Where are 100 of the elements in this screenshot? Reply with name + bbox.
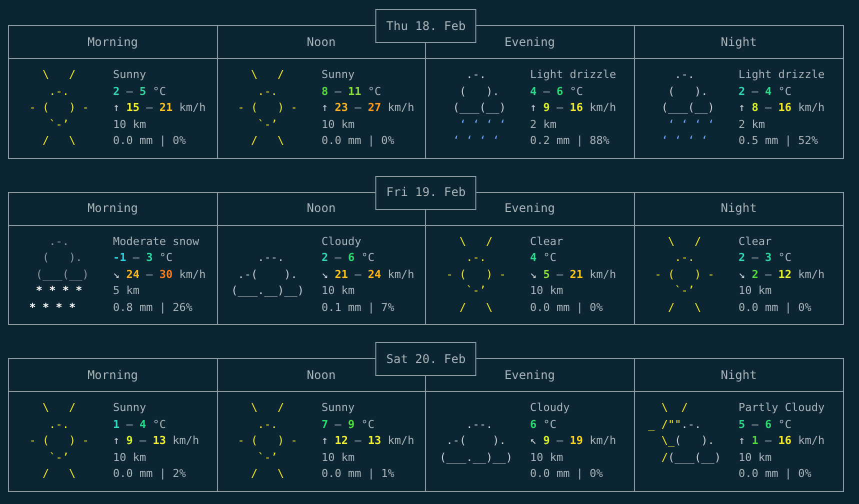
- precipitation-text: 0.1 mm | 7%: [322, 300, 394, 316]
- temperature-text: 1 – 4 °C: [113, 416, 166, 432]
- ascii-art-line: - ( ) -: [28, 100, 89, 116]
- ascii-art-line: (___.__)__): [230, 283, 304, 299]
- ascii-art-line: (___(__): [34, 266, 89, 283]
- ascii-art-line: - ( ) -: [654, 266, 714, 282]
- ascii-art-line: `-’: [674, 283, 694, 299]
- ascii-art-line: .-.: [48, 84, 69, 100]
- visibility-text: 2 km: [738, 116, 765, 132]
- visibility-text: 10 km: [322, 283, 355, 299]
- ascii-art-line: `-’: [465, 283, 486, 299]
- ascii-art-line: \ /: [666, 234, 702, 250]
- ascii-art-line: \ /: [250, 400, 284, 416]
- wind-text: ↑ 1 – 16 km/h: [738, 433, 825, 449]
- period-label: Night: [720, 200, 757, 217]
- ascii-art-line: / \: [41, 133, 76, 149]
- ascii-art-line: \ /: [660, 400, 688, 416]
- ascii-art-line: .-.: [256, 416, 278, 432]
- ascii-art-line: / \: [250, 133, 284, 149]
- temperature-text: 2 – 4 °C: [738, 84, 792, 100]
- period-label: Evening: [504, 34, 556, 50]
- visibility-text: 10 km: [738, 450, 772, 466]
- temperature-text: 5 – 6 °C: [738, 416, 792, 432]
- visibility-text: 10 km: [738, 283, 772, 299]
- ascii-art-line: ‘ ‘ ‘ ‘: [452, 133, 500, 149]
- ascii-art-line: ( ).: [41, 250, 82, 266]
- period-label: Night: [720, 34, 757, 50]
- visibility-text: 2 km: [530, 116, 556, 132]
- ascii-art-line: .-.: [465, 250, 486, 266]
- precipitation-text: 0.2 mm | 88%: [530, 133, 610, 149]
- condition-text: Sunny: [322, 400, 355, 416]
- condition-text: Light drizzle: [738, 67, 825, 83]
- temperature-text: 4 – 6 °C: [530, 84, 583, 100]
- condition-text: Sunny: [113, 400, 146, 416]
- ascii-art-line: _ /"".-.: [647, 416, 702, 433]
- wind-text: ↑ 15 – 21 km/h: [113, 100, 206, 116]
- precipitation-text: 0.8 mm | 26%: [113, 300, 192, 316]
- temperature-text: 2 – 3 °C: [738, 250, 792, 266]
- temperature-text: 7 – 9 °C: [322, 416, 374, 432]
- period-label: Morning: [87, 34, 138, 50]
- ascii-art-line: .-( ).: [445, 433, 506, 449]
- ascii-art-line: (___(__): [660, 100, 714, 116]
- ascii-art-line: - ( ) -: [445, 266, 506, 282]
- wind-text: ↑ 9 – 16 km/h: [530, 100, 616, 116]
- ascii-art-line: .-.: [674, 250, 694, 266]
- ascii-art-line: /(___(__): [660, 450, 721, 466]
- ascii-art-line: * * * *: [28, 300, 76, 316]
- ascii-art-line: `-’: [48, 116, 69, 132]
- period-label: Noon: [306, 366, 336, 384]
- ascii-art-line: `-’: [256, 116, 278, 132]
- ascii-art-line: / \: [41, 466, 76, 482]
- ascii-art-line: ( ).: [666, 84, 708, 100]
- wind-text: ↘ 21 – 24 km/h: [322, 266, 414, 282]
- precipitation-text: 0.0 mm | 0%: [530, 466, 603, 482]
- date-label: Thu 18. Feb: [375, 9, 477, 43]
- wind-text: ↖ 9 – 19 km/h: [530, 433, 616, 449]
- temperature-text: -1 – 3 °C: [113, 250, 173, 266]
- period-label: Evening: [504, 366, 556, 384]
- precipitation-text: 0.0 mm | 2%: [113, 466, 186, 482]
- period-label: Night: [720, 366, 757, 384]
- ascii-art-line: .-.: [48, 416, 69, 432]
- ascii-art-line: .-.: [256, 84, 278, 100]
- ascii-art-line: .-.: [674, 67, 694, 83]
- condition-text: Cloudy: [530, 400, 570, 416]
- ascii-art-line: ‘ ‘ ‘ ‘: [660, 133, 708, 149]
- condition-text: Sunny: [113, 67, 146, 83]
- condition-text: Clear: [738, 234, 772, 250]
- date-label: Sat 20. Feb: [375, 342, 477, 376]
- precipitation-text: 0.0 mm | 0%: [738, 300, 812, 316]
- wind-text: ↑ 12 – 13 km/h: [322, 433, 414, 449]
- precipitation-text: 0.5 mm | 52%: [738, 133, 818, 149]
- visibility-text: 10 km: [113, 450, 146, 466]
- temperature-text: 6 °C: [530, 416, 556, 432]
- ascii-art-line: \ /: [41, 400, 76, 416]
- precipitation-text: 0.0 mm | 0%: [322, 133, 394, 149]
- wind-text: ↑ 8 – 16 km/h: [738, 100, 825, 116]
- wind-text: ↘ 2 – 12 km/h: [738, 266, 825, 282]
- visibility-text: 10 km: [530, 283, 564, 299]
- precipitation-text: 0.0 mm | 0%: [738, 466, 812, 482]
- precipitation-text: 0.0 mm | 0%: [530, 300, 603, 316]
- condition-text: Clear: [530, 234, 564, 250]
- condition-text: Sunny: [322, 67, 355, 83]
- wind-text: ↑ 23 – 27 km/h: [322, 100, 414, 116]
- ascii-art-line: ‘ ‘ ‘ ‘: [458, 116, 506, 132]
- ascii-art-line: \ /: [458, 234, 493, 250]
- period-label: Noon: [306, 200, 336, 217]
- visibility-text: 10 km: [113, 116, 146, 132]
- visibility-text: 10 km: [322, 116, 355, 132]
- period-label: Morning: [87, 200, 138, 217]
- visibility-text: 10 km: [530, 450, 564, 466]
- period-label: Morning: [87, 366, 138, 384]
- wind-text: ↑ 9 – 13 km/h: [113, 433, 200, 449]
- period-label: Noon: [306, 34, 336, 50]
- ascii-art-line: `-’: [256, 450, 278, 466]
- ascii-art-line: \ /: [250, 67, 284, 83]
- condition-text: Partly Cloudy: [738, 400, 825, 416]
- ascii-art-line: / \: [250, 466, 284, 482]
- temperature-text: 2 – 5 °C: [113, 84, 166, 100]
- ascii-art-line: \_( ).: [660, 433, 714, 449]
- date-label: Fri 19. Feb: [375, 176, 477, 210]
